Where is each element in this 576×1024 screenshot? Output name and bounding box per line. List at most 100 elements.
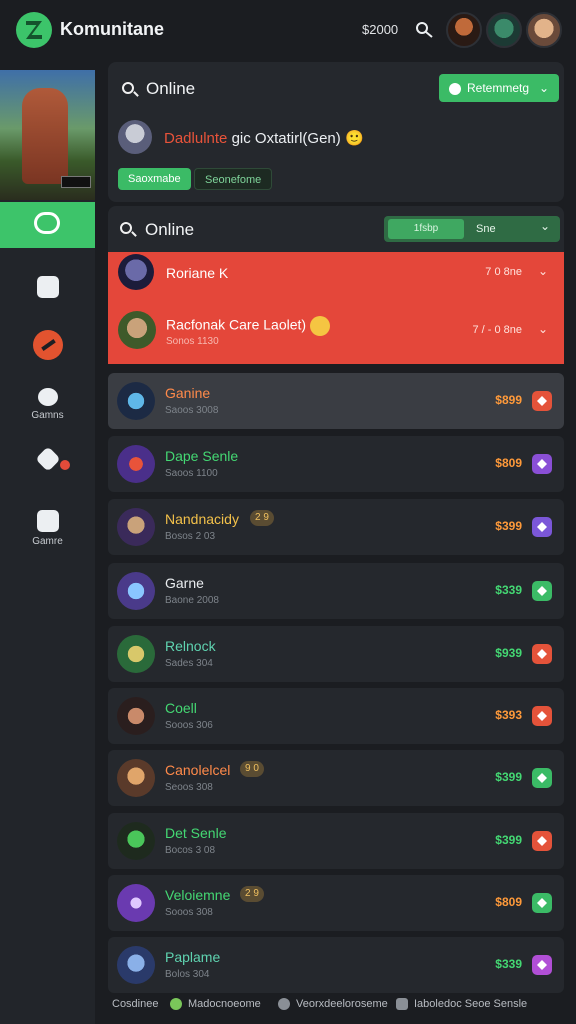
request-name-text: Racfonak Care Laolet) xyxy=(166,316,307,333)
app-logo-icon[interactable] xyxy=(16,12,52,48)
request-row[interactable]: Racfonak Care Laolet) Sonos 1130 7 / - 0… xyxy=(108,304,564,360)
list-item[interactable]: Ganine Saoos 3008 $899 xyxy=(108,373,564,429)
list-item[interactable]: Dape Senle Saoos 1100 $809 xyxy=(108,436,564,492)
friend-requests: Roriane K 7 0 8ne ⌄ Racfonak Care Laolet… xyxy=(108,252,564,364)
controller-icon[interactable] xyxy=(414,19,434,39)
footer-link[interactable]: Iaboledoc Seoe Sensle xyxy=(414,998,527,1010)
app-title: Komunitane xyxy=(60,19,165,39)
featured-game-banner[interactable] xyxy=(0,70,95,200)
action-icon[interactable] xyxy=(532,581,552,601)
item-price: $339 xyxy=(495,583,522,597)
filter-right[interactable]: Sne xyxy=(476,219,496,239)
footer-link[interactable]: Veorxdeeloroseme xyxy=(296,998,388,1010)
footer-link[interactable]: Madocnoeome xyxy=(188,998,261,1010)
action-icon[interactable] xyxy=(532,517,552,537)
primary-pill-button[interactable]: Saoxmabe xyxy=(118,168,191,190)
list-item[interactable]: Coell Sooos 306 $393 xyxy=(108,688,564,744)
chevron-down-icon: ⌄ xyxy=(539,219,550,233)
filter-left[interactable]: 1fsbp xyxy=(388,219,464,239)
item-name: Det Senle xyxy=(165,825,227,841)
smile-emoji-icon xyxy=(309,316,330,336)
action-icon[interactable] xyxy=(532,893,552,913)
item-subtitle: Sooos 308 xyxy=(165,907,213,918)
item-subtitle: Saoos 3008 xyxy=(165,405,219,416)
item-price: $399 xyxy=(495,519,522,533)
item-name: Canolelcel xyxy=(165,762,231,778)
item-subtitle: Seoos 308 xyxy=(165,782,213,793)
item-name: Coell xyxy=(165,700,197,716)
list-item[interactable]: Relnock Sades 304 $939 xyxy=(108,626,564,682)
list-item[interactable]: Veloiemne 2 9 Sooos 308 $809 xyxy=(108,875,564,931)
user-avatar[interactable] xyxy=(118,120,152,154)
friend-avatar[interactable] xyxy=(486,12,522,48)
action-icon[interactable] xyxy=(532,768,552,788)
list-item[interactable]: Garne Baone 2008 $339 xyxy=(108,563,564,619)
user-status: gic Oxtatirl(Gen) xyxy=(231,130,341,147)
item-subtitle: Bosos 2 03 xyxy=(165,531,216,542)
item-price: $899 xyxy=(495,393,522,407)
friends-panel-header: Online 1fsbp Sne ⌄ xyxy=(108,206,564,252)
item-price: $399 xyxy=(495,770,522,784)
friend-avatar[interactable] xyxy=(446,12,482,48)
sidebar-item-chat[interactable] xyxy=(0,202,95,248)
user-avatar[interactable] xyxy=(526,12,562,48)
avatar xyxy=(117,697,155,735)
item-subtitle: Bolos 304 xyxy=(165,969,210,980)
chevron-down-icon: ⌄ xyxy=(538,81,549,95)
search-icon[interactable] xyxy=(120,222,132,234)
app-header: Komunitane $2000 xyxy=(0,0,576,60)
action-icon[interactable] xyxy=(532,831,552,851)
action-icon[interactable] xyxy=(532,644,552,664)
online-status-panel: Online Retemmetg ⌄ Dadlulnte gic Oxtatir… xyxy=(108,62,564,202)
footer-label: Cosdinee xyxy=(112,998,159,1010)
action-icon[interactable] xyxy=(532,706,552,726)
item-name: Ganine xyxy=(165,385,211,401)
sidebar-item-rocket[interactable] xyxy=(0,446,95,472)
item-name: Veloiemne xyxy=(165,887,231,903)
game-hero-image xyxy=(22,88,68,184)
recommend-button[interactable]: Retemmetg ⌄ xyxy=(439,74,559,102)
avatar xyxy=(117,635,155,673)
list-item[interactable]: Paplame Bolos 304 $339 xyxy=(108,937,564,993)
panel-title: Online xyxy=(145,220,195,239)
controller-icon xyxy=(36,510,59,532)
rocket-icon xyxy=(34,446,61,472)
chevron-down-icon[interactable]: ⌄ xyxy=(538,322,548,336)
avatar xyxy=(118,311,156,349)
smile-emoji-icon: 🙂 xyxy=(344,130,364,147)
request-row[interactable]: Roriane K 7 0 8ne ⌄ xyxy=(108,252,564,300)
action-icon[interactable] xyxy=(532,391,552,411)
item-name: Nandnacidy xyxy=(165,511,239,527)
item-name: Garne xyxy=(165,575,204,591)
avatar xyxy=(117,946,155,984)
item-price: $339 xyxy=(495,957,522,971)
user-name: Dadlulnte xyxy=(164,130,228,147)
action-icon[interactable] xyxy=(532,454,552,474)
recommend-button-label: Retemmetg xyxy=(467,81,530,95)
emoji-badge: 9 0 xyxy=(240,761,264,777)
avatar xyxy=(117,822,155,860)
request-time: 7 0 8ne xyxy=(485,266,522,278)
sidebar-item-groups[interactable]: Gamns xyxy=(0,388,95,421)
search-icon[interactable] xyxy=(122,82,134,94)
request-name: Racfonak Care Laolet) xyxy=(166,316,330,336)
sidebar-item-block[interactable] xyxy=(0,330,95,360)
sidebar-item-list[interactable] xyxy=(0,276,95,298)
footer-bar: Cosdinee Madocnoeome Veorxdeeloroseme Ia… xyxy=(108,994,564,1016)
filter-control[interactable]: 1fsbp Sne ⌄ xyxy=(384,216,560,242)
item-subtitle: Baone 2008 xyxy=(165,595,219,606)
sidebar: Gamns Gamre xyxy=(0,70,95,1024)
list-item[interactable]: Det Senle Bocos 3 08 $399 xyxy=(108,813,564,869)
chevron-down-icon[interactable]: ⌄ xyxy=(538,264,548,278)
chat-icon xyxy=(34,212,60,234)
secondary-pill-button[interactable]: Seonefome xyxy=(194,168,273,190)
action-icon[interactable] xyxy=(532,955,552,975)
item-price: $809 xyxy=(495,456,522,470)
no-entry-icon xyxy=(32,330,63,360)
list-item[interactable]: Canolelcel 9 0 Seoos 308 $399 xyxy=(108,750,564,806)
sidebar-item-games[interactable]: Gamre xyxy=(0,510,95,547)
request-time: 7 / - 0 8ne xyxy=(472,324,522,336)
item-subtitle: Sades 304 xyxy=(165,658,213,669)
list-item[interactable]: Nandnacidy 2 9 Bosos 2 03 $399 xyxy=(108,499,564,555)
avatar xyxy=(117,508,155,546)
